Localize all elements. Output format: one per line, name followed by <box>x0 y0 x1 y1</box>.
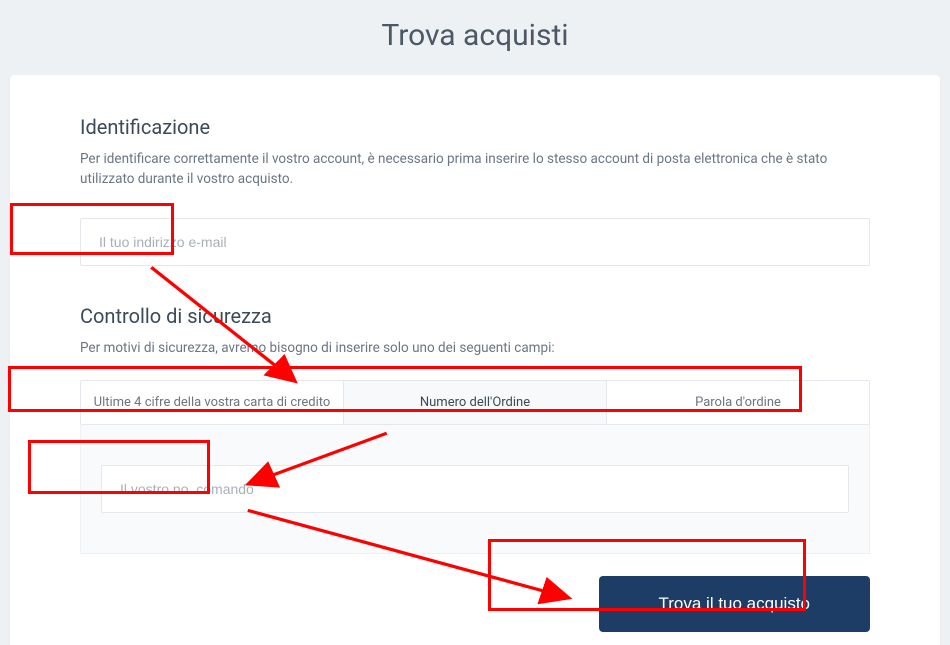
security-description: Per motivi di sicurezza, avremo bisogno … <box>80 338 870 358</box>
email-input[interactable] <box>80 218 870 266</box>
find-purchase-button[interactable]: Trova il tuo acquisto <box>599 576 871 632</box>
tab-password[interactable]: Parola d'ordine <box>607 381 869 424</box>
tab-last4[interactable]: Ultime 4 cifre della vostra carta di cre… <box>81 381 344 424</box>
security-heading: Controllo di sicurezza <box>80 304 870 328</box>
tab-order-number[interactable]: Numero dell'Ordine <box>344 381 607 424</box>
page-title: Trova acquisti <box>0 0 950 75</box>
tab-panel-order-number <box>80 425 870 554</box>
form-card: Identificazione Per identificare corrett… <box>10 75 940 645</box>
identification-heading: Identificazione <box>80 115 870 139</box>
security-tabs: Ultime 4 cifre della vostra carta di cre… <box>80 380 870 425</box>
order-number-input[interactable] <box>101 465 849 513</box>
identification-description: Per identificare correttamente il vostro… <box>80 149 870 190</box>
